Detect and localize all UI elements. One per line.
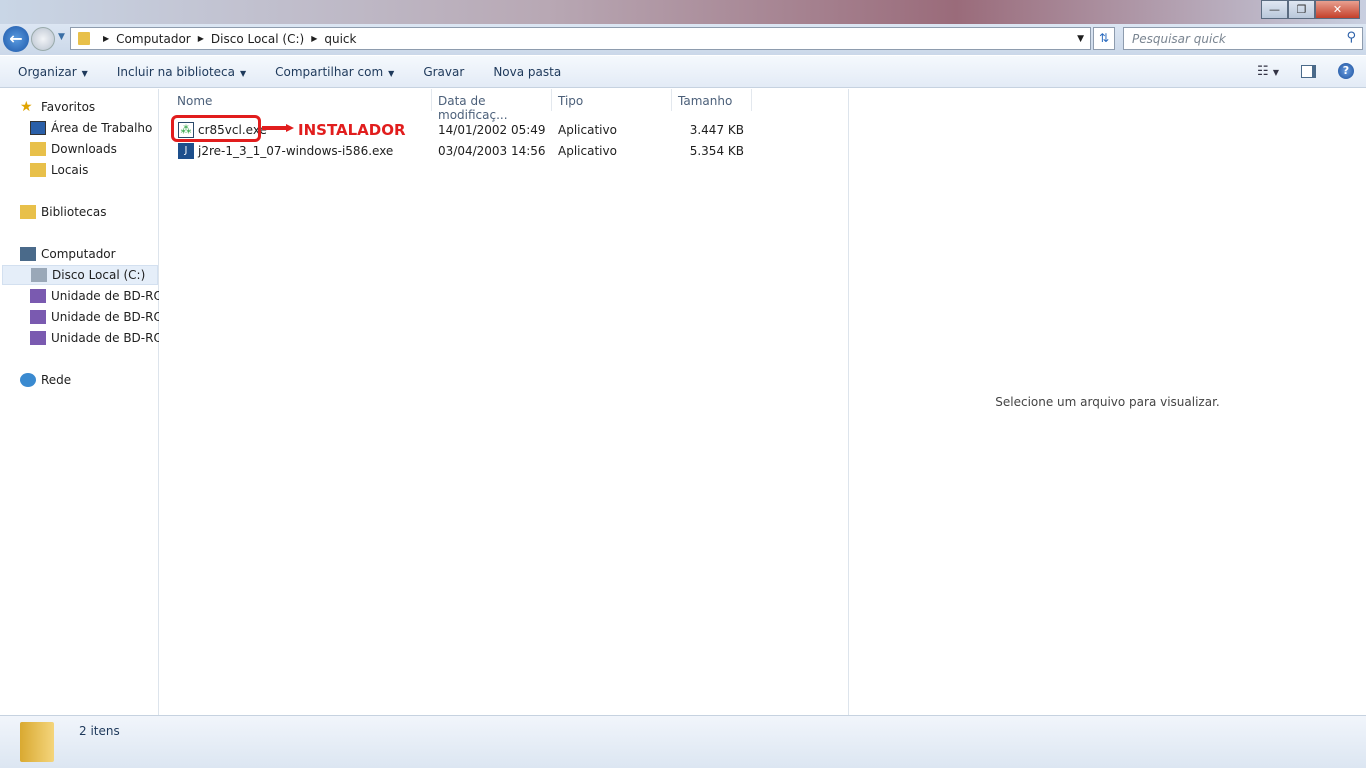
file-date: 14/01/2002 05:49 (438, 123, 546, 137)
label: Área de Trabalho (51, 121, 153, 135)
share-label: Compartilhar com (275, 64, 384, 79)
computer-icon (20, 247, 36, 261)
sidebar-item-computer[interactable]: Computador (20, 244, 116, 264)
breadcrumb-quick[interactable]: quick (324, 32, 356, 46)
label: Tipo (558, 94, 584, 108)
command-bar: Organizar ▼ Incluir na biblioteca ▼ Compar… (0, 56, 1366, 88)
chevron-down-icon: ▼ (239, 68, 247, 78)
column-header-date[interactable]: Data de modificaç... (432, 89, 552, 122)
optical-drive-icon (30, 289, 46, 303)
file-size: 5.354 KB (689, 144, 744, 158)
chevron-down-icon: ▼ (388, 68, 395, 78)
label: Locais (51, 163, 89, 177)
item-count: 2 itens (79, 724, 120, 738)
recent-places-icon (30, 163, 46, 177)
include-library-label: Incluir na biblioteca (116, 64, 235, 79)
file-type: Aplicativo (558, 123, 617, 137)
search-placeholder: Pesquisar quick (1132, 32, 1226, 46)
refresh-button[interactable]: ⇅ (1093, 27, 1115, 50)
column-header-type[interactable]: Tipo (552, 89, 672, 111)
desktop-icon (30, 121, 46, 135)
forward-button[interactable] (31, 27, 55, 51)
close-button[interactable]: ✕ (1315, 0, 1360, 19)
folder-icon (78, 32, 90, 45)
navigation-bar: ← ▼ ▶ Computador ▶ Disco Local (C:) ▶ qu… (0, 24, 1366, 55)
label: Rede (41, 373, 72, 387)
label: Downloads (51, 142, 117, 156)
file-size: 3.447 KB (689, 123, 744, 137)
sidebar-item-favorites[interactable]: ★ Favoritos (20, 97, 95, 117)
back-button[interactable]: ← (3, 26, 29, 52)
annotation-arrow (262, 124, 294, 132)
organize-label: Organizar (18, 64, 77, 79)
chevron-right-icon: ▶ (103, 34, 110, 43)
drive-icon (31, 268, 47, 282)
preview-pane-icon[interactable] (1301, 64, 1316, 78)
label: Computador (41, 247, 116, 261)
chevron-right-icon: ▶ (197, 34, 204, 43)
sidebar-item-libraries[interactable]: Bibliotecas (20, 202, 106, 222)
downloads-folder-icon (30, 142, 46, 156)
title-bar: — ❐ ✕ (0, 0, 1366, 24)
organize-button[interactable]: Organizar ▼ (18, 65, 88, 79)
column-header-name[interactable]: Nome (171, 89, 432, 111)
breadcrumb-computer[interactable]: Computador (116, 32, 191, 46)
search-icon[interactable]: ⚲ (1346, 30, 1356, 45)
folder-icon (20, 722, 54, 762)
share-button[interactable]: Compartilhar com ▼ (275, 65, 394, 79)
file-date: 03/04/2003 14:56 (438, 144, 546, 158)
file-type: Aplicativo (558, 144, 617, 158)
breadcrumb-local-disk[interactable]: Disco Local (C:) (211, 32, 304, 46)
details-pane: 2 itens (0, 715, 1366, 768)
maximize-button[interactable]: ❐ (1288, 0, 1315, 19)
star-icon: ★ (20, 99, 33, 115)
preview-message: Selecione um arquivo para visualizar. (995, 395, 1220, 409)
include-library-button[interactable]: Incluir na biblioteca ▼ (117, 65, 246, 79)
view-options-icon[interactable]: ☷ ▼ (1257, 64, 1279, 79)
java-installer-icon: J (178, 143, 194, 159)
sidebar-item-recent[interactable]: Locais (30, 160, 88, 180)
sidebar-item-downloads[interactable]: Downloads (30, 139, 117, 159)
file-name: j2re-1_3_1_07-windows-i586.exe (198, 144, 394, 158)
search-input[interactable]: Pesquisar quick ⚲ (1123, 27, 1363, 50)
optical-drive-icon (30, 331, 46, 345)
preview-pane: Selecione um arquivo para visualizar. (848, 89, 1366, 715)
chevron-down-icon: ▼ (81, 68, 88, 78)
annotation-highlight-box (171, 115, 261, 142)
label: Nome (177, 94, 213, 108)
sidebar-item-desktop[interactable]: Área de Trabalho (30, 118, 152, 138)
label: Unidade de BD-ROM (51, 331, 159, 345)
label: Disco Local (C:) (52, 268, 146, 282)
optical-drive-icon (30, 310, 46, 324)
file-row[interactable]: J j2re-1_3_1_07-windows-i586.exe 03/04/2… (160, 141, 760, 161)
sidebar-item-network[interactable]: Rede (20, 370, 71, 390)
annotation-label: INSTALADOR (298, 121, 406, 139)
sidebar-item-bd-rom-2[interactable]: Unidade de BD-ROM (30, 307, 159, 327)
address-bar[interactable]: ▶ Computador ▶ Disco Local (C:) ▶ quick … (70, 27, 1091, 50)
recent-pages-dropdown[interactable]: ▼ (58, 32, 65, 42)
label: Tamanho (678, 94, 733, 108)
navigation-pane: ★ Favoritos Área de Trabalho Downloads Lo… (0, 89, 159, 715)
column-header-size[interactable]: Tamanho (672, 89, 752, 111)
label: Bibliotecas (41, 205, 107, 219)
sidebar-item-bd-rom-3[interactable]: Unidade de BD-ROM (30, 328, 159, 348)
label: Data de modificaç... (438, 94, 508, 122)
chevron-right-icon: ▶ (311, 34, 318, 43)
sidebar-item-bd-rom-1[interactable]: Unidade de BD-ROM (30, 286, 159, 306)
label: Unidade de BD-ROM (51, 289, 159, 303)
file-list: Nome Data de modificaç... Tipo Tamanho ⁂… (160, 89, 847, 715)
network-icon (20, 373, 36, 387)
minimize-button[interactable]: — (1261, 0, 1288, 19)
sidebar-item-local-disk[interactable]: Disco Local (C:) (2, 265, 158, 285)
new-folder-button[interactable]: Nova pasta (493, 65, 561, 79)
libraries-icon (20, 205, 36, 219)
address-dropdown-icon[interactable]: ▼ (1077, 34, 1084, 44)
label: Favoritos (41, 100, 96, 114)
label: Unidade de BD-ROM (51, 310, 159, 324)
help-icon[interactable]: ? (1338, 63, 1354, 79)
burn-button[interactable]: Gravar (423, 65, 464, 79)
